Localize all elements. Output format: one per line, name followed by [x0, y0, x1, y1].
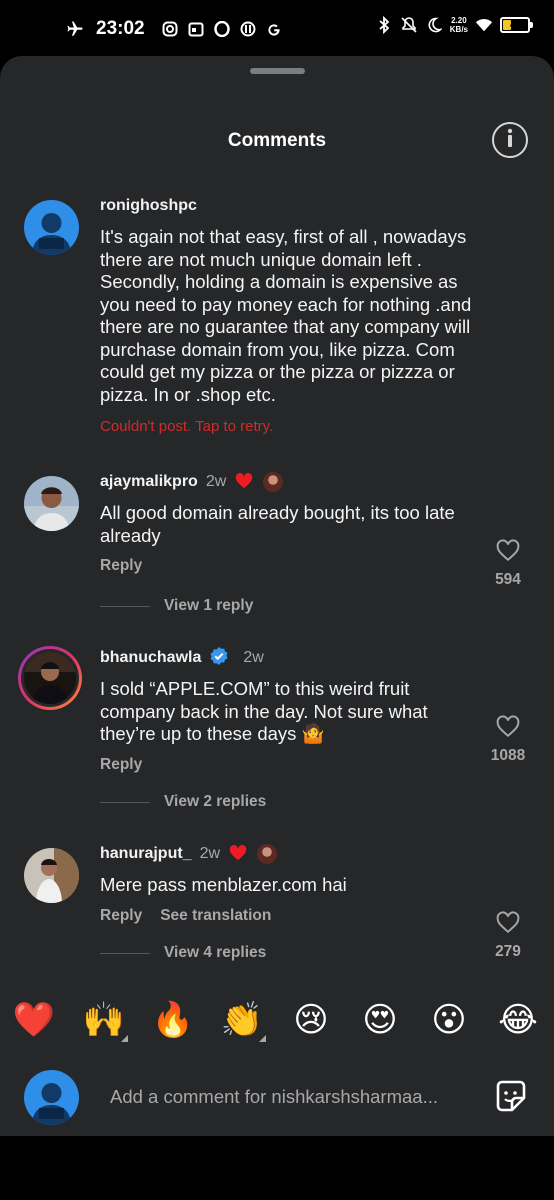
comment-input[interactable]: Add a comment for nishkarshsharmaa...: [110, 1086, 470, 1108]
comment-header: ajaymalikpro 2w: [100, 470, 480, 494]
info-button[interactable]: [492, 122, 528, 158]
network-speed-unit: KB/s: [449, 25, 468, 34]
sheet-title: Comments: [227, 130, 327, 151]
emoji-clapping-hands: 👏: [220, 1000, 264, 1040]
like-count: 1088: [490, 747, 526, 764]
avatar[interactable]: [24, 848, 79, 903]
comments-sheet: Comments ronighoshpc It's again not that…: [0, 56, 554, 1136]
view-replies-button[interactable]: View 4 replies: [100, 944, 266, 962]
comment-header: ronighoshpc: [100, 194, 480, 218]
comment-text: All good domain already bought, its too …: [100, 502, 455, 546]
view-replies-line: [100, 952, 150, 954]
view-replies-button[interactable]: View 1 reply: [100, 597, 253, 615]
emoji-heart-button[interactable]: ❤️: [10, 994, 58, 1046]
my-avatar: [24, 1070, 79, 1125]
comment-text: Mere pass menblazer.com hai: [100, 874, 347, 895]
comment-body: ajaymalikpro 2w All good domain already …: [100, 470, 480, 575]
reply-button[interactable]: Reply: [100, 557, 142, 575]
emoji-heart-eyes-button[interactable]: 😍: [356, 994, 404, 1046]
heart-outline-icon[interactable]: [495, 538, 521, 567]
heart-filled-icon: [228, 843, 248, 866]
view-replies-line: [100, 801, 150, 803]
comment-username[interactable]: ajaymalikpro: [100, 473, 198, 491]
opera-notification-icon: [213, 20, 231, 38]
moon-icon: [425, 16, 443, 34]
heart-outline-icon[interactable]: [495, 714, 521, 743]
like-column: 1088: [484, 714, 532, 765]
comment-body: hanurajput_ 2w Mere pass menblazer.com h…: [100, 842, 480, 925]
comment-actions: Reply See translation: [100, 907, 480, 925]
comment-time: 2w: [199, 845, 221, 862]
system-navigation-area: [0, 1136, 554, 1200]
comment-header: bhanuchawla 2w: [100, 646, 480, 670]
like-count: 594: [495, 571, 521, 588]
emoji-laughing-face-button[interactable]: 😂: [494, 994, 542, 1046]
emoji-fire-button[interactable]: 🔥: [149, 994, 197, 1046]
like-count: 279: [495, 943, 521, 960]
view-replies-label: View 4 replies: [164, 944, 267, 961]
comment-time: 2w: [243, 649, 264, 666]
view-replies-button[interactable]: View 2 replies: [100, 793, 266, 811]
emoji-raised-hands: 🙌: [82, 1000, 126, 1040]
comment-username[interactable]: bhanuchawla: [100, 649, 201, 667]
reply-button[interactable]: Reply: [100, 756, 142, 774]
comment-body: bhanuchawla 2w I sold “APPLE.COM” to thi…: [100, 646, 480, 774]
emoji-crying-face-button[interactable]: 😢: [287, 994, 335, 1046]
heart-outline-icon[interactable]: [495, 910, 521, 939]
status-time: 23:02: [96, 18, 145, 39]
comment-body: ronighoshpc It's again not that easy, fi…: [100, 194, 480, 435]
status-bar: 23:02 2.20 KB/s 40: [0, 0, 554, 56]
sticker-icon: [492, 1080, 530, 1120]
info-icon: [500, 127, 520, 154]
see-translation-button[interactable]: See translation: [160, 907, 271, 925]
calendar-notification-icon: [187, 20, 205, 38]
comment-actions: Reply: [100, 756, 480, 774]
view-replies-line: [100, 605, 150, 607]
comment-text: I sold “APPLE.COM” to this weird fruit c…: [100, 678, 428, 744]
battery-level-text: 40: [509, 20, 520, 30]
reply-button[interactable]: Reply: [100, 907, 142, 925]
airplane-icon: [66, 20, 84, 38]
emoji-clapping-hands-button[interactable]: 👏: [218, 994, 266, 1046]
skin-tone-indicator: [121, 1035, 128, 1042]
view-replies-label: View 1 reply: [164, 597, 254, 614]
like-column: 594: [484, 538, 532, 589]
creator-liked-avatar: [256, 843, 279, 865]
comment-username[interactable]: hanurajput_: [100, 845, 192, 863]
wifi-icon: [475, 16, 493, 34]
bluetooth-icon: [375, 16, 393, 34]
quick-emoji-bar: ❤️ 🙌 🔥 👏 😢 😍 😮 😂: [0, 994, 554, 1050]
avatar-story-ring[interactable]: [18, 646, 82, 710]
drag-handle[interactable]: [250, 68, 305, 74]
comment-header: hanurajput_ 2w: [100, 842, 480, 866]
like-column: 279: [484, 910, 532, 961]
status-left: 23:02: [66, 18, 283, 40]
skin-tone-indicator: [259, 1035, 266, 1042]
avatar[interactable]: [24, 200, 79, 255]
avatar[interactable]: [24, 476, 79, 531]
status-right: 2.20 KB/s 40: [375, 16, 533, 34]
avatar: [21, 649, 79, 707]
verified-badge-icon: [209, 646, 229, 671]
view-replies-label: View 2 replies: [164, 793, 267, 810]
comment-text: It's again not that easy, first of all ,…: [100, 226, 472, 405]
google-notification-icon: [265, 20, 283, 38]
comment-username[interactable]: ronighoshpc: [100, 197, 197, 215]
battery-icon: 40: [500, 17, 533, 33]
retry-post-link[interactable]: Couldn't post. Tap to retry.: [100, 418, 480, 435]
creator-liked-avatar: [262, 471, 285, 493]
app-notification-icon: [239, 20, 257, 38]
network-speed: 2.20 KB/s: [450, 16, 468, 34]
network-speed-value: 2.20: [451, 16, 467, 25]
sticker-button[interactable]: [492, 1078, 530, 1116]
comment-composer: Add a comment for nishkarshsharmaa...: [0, 1060, 554, 1136]
comment-actions: Reply: [100, 557, 480, 575]
emoji-raised-hands-button[interactable]: 🙌: [80, 994, 128, 1046]
instagram-notification-icon: [161, 20, 179, 38]
mute-icon: [400, 16, 418, 34]
emoji-surprised-face-button[interactable]: 😮: [425, 994, 473, 1046]
comment-time: 2w: [205, 473, 227, 490]
heart-filled-icon: [234, 471, 254, 494]
